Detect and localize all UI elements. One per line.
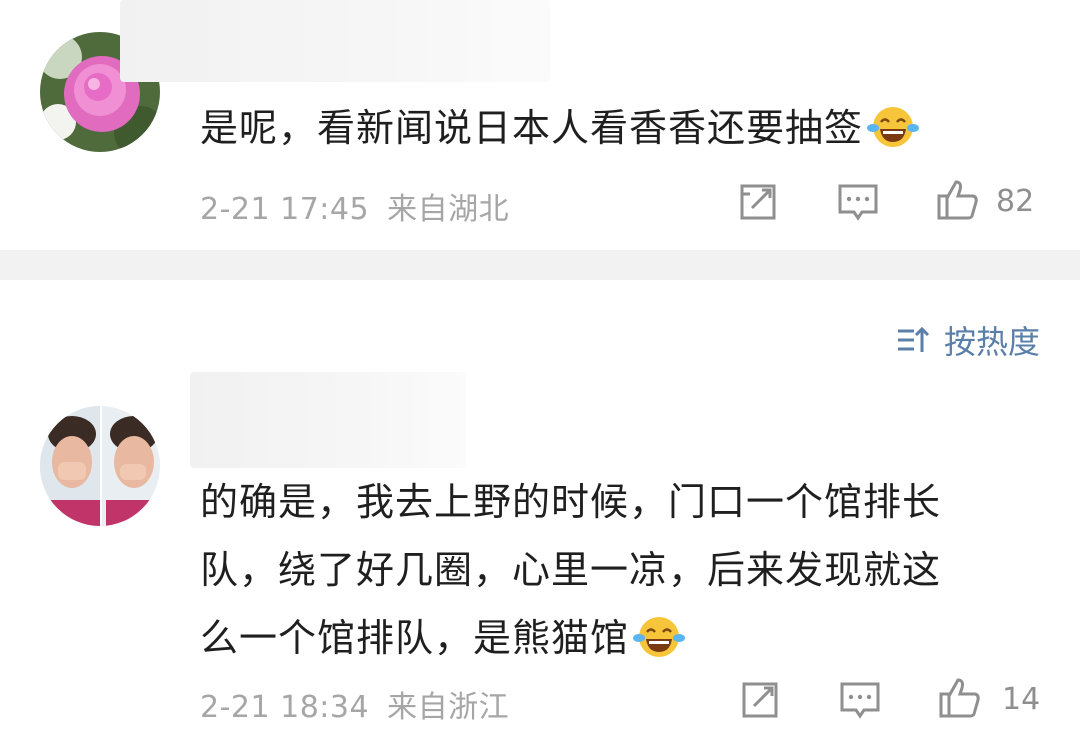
comment-location: 来自湖北 — [387, 192, 510, 227]
comment-icon[interactable] — [838, 678, 882, 722]
username-blurred[interactable] — [120, 0, 550, 82]
comment-item: 是呢，看新闻说日本人看香香还要抽签 2-21 17:45 来自湖北 82 — [0, 0, 1080, 250]
thumbs-up-icon[interactable] — [938, 676, 982, 720]
thumbs-up-icon[interactable] — [936, 178, 980, 222]
section-divider — [0, 250, 1080, 280]
like-count: 82 — [996, 184, 1035, 219]
comment-meta: 2-21 17:45 来自湖北 — [200, 184, 509, 228]
comment-date: 2-21 18:34 — [200, 690, 370, 725]
comment-location: 来自浙江 — [387, 690, 510, 725]
comment-date: 2-21 17:45 — [200, 192, 370, 227]
comment-text: 是呢，看新闻说日本人看香香还要抽签 — [200, 94, 920, 170]
avatar[interactable] — [40, 406, 160, 526]
comment-text: 的确是，我去上野的时候，门口一个馆排长 队，绕了好几圈，心里一凉，后来发现就这 … — [200, 468, 941, 680]
sort-button[interactable]: 按热度 — [896, 320, 1040, 361]
repost-icon[interactable] — [736, 180, 780, 224]
laughing-crying-emoji-icon — [867, 102, 920, 170]
sort-label: 按热度 — [943, 323, 1040, 361]
comment-meta: 2-21 18:34 来自浙江 — [200, 682, 509, 726]
laughing-crying-emoji-icon — [633, 612, 686, 680]
like-count: 14 — [1002, 682, 1041, 717]
comment-icon[interactable] — [836, 180, 880, 224]
repost-icon[interactable] — [738, 678, 782, 722]
username-blurred[interactable] — [190, 372, 466, 468]
sort-icon — [897, 326, 930, 352]
comment-item: 按热度 的确是，我去上野的时候，门口一个馆排长 队，绕了好几圈，心里一凉，后来发… — [0, 280, 1080, 736]
